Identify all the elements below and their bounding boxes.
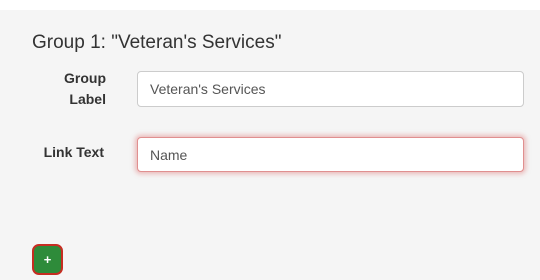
group-title: Group 1: "Veteran's Services"	[32, 32, 282, 53]
plus-icon: +	[43, 252, 52, 267]
group-panel: Group 1: "Veteran's Services" Group Labe…	[0, 10, 540, 280]
link-text-label: Link Text	[43, 144, 104, 160]
link-text-input[interactable]: Name	[137, 137, 524, 172]
group-label-input[interactable]: Veteran's Services	[137, 71, 524, 107]
add-button[interactable]: +	[32, 244, 63, 275]
group-label-label: Group Label	[64, 70, 106, 107]
